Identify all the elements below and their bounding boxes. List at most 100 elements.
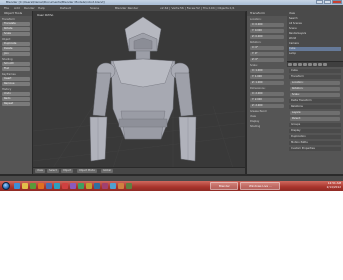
section-display[interactable]: Display [289,129,341,133]
world-tab-icon[interactable] [298,63,302,66]
section-history: History [2,88,12,91]
obj-scale-field[interactable]: Scale: [290,93,340,97]
obj-layers-field[interactable]: Layers: [290,111,340,115]
section-keyframes: Keyframes [2,73,16,76]
dimensions-y-field[interactable]: Y: 2.000 [250,98,284,102]
section-groups[interactable]: Groups [289,123,341,127]
app-icon-11[interactable] [126,183,132,189]
app-icon-5[interactable] [78,183,84,189]
object-menu[interactable]: Object [61,169,74,173]
app-icon-8[interactable] [102,183,108,189]
object-tab-icon[interactable] [303,63,307,66]
texture-tab-icon[interactable] [323,63,327,66]
insert-keyframe-button[interactable]: Insert [2,77,30,81]
obj-rotation-field[interactable]: Rotation: [290,87,340,91]
select-menu[interactable]: Select [47,169,59,173]
display-section[interactable]: Display [250,120,284,123]
section-obj-transform[interactable]: Transform [289,75,341,79]
join-button[interactable]: Join [2,52,30,56]
outliner-item-cube[interactable]: Cube [289,47,341,51]
outliner-item-world[interactable]: World [289,37,341,41]
rotation-label: Rotation: [250,41,262,44]
folder-icon[interactable] [22,183,28,189]
flat-button[interactable]: Flat [2,67,30,71]
location-y-field[interactable]: Y: 0.000 [250,29,284,33]
viewport-header: View Select Object Object Mode Global [33,167,245,174]
outliner-search-menu[interactable]: Search [289,17,341,21]
duplicate-button[interactable]: Duplicate [2,42,30,46]
rotate-button[interactable]: Rotate [2,27,30,31]
app-icon-1[interactable] [46,183,52,189]
transform-orientation-select[interactable]: Global [101,169,113,173]
app-icon-4[interactable] [70,183,76,189]
app-icon-3[interactable] [62,183,68,189]
rotation-x-field[interactable]: X: 0° [250,46,284,50]
app-icon-10[interactable] [118,183,124,189]
close-button[interactable] [332,0,342,4]
3d-viewport[interactable]: User Ortho View Select Object Object Mod… [33,11,245,174]
outliner-item-scene[interactable]: Scene [289,27,341,31]
modifiers-tab-icon[interactable] [313,63,317,66]
app-icon-7[interactable] [94,183,100,189]
rotation-y-field[interactable]: Y: 0° [250,52,284,56]
media-icon[interactable] [30,183,36,189]
dimensions-z-field[interactable]: Z: 2.000 [250,104,284,108]
location-x-field[interactable]: X: 0.000 [250,23,284,27]
ie-icon[interactable] [14,183,20,189]
outliner-view-menu[interactable]: View [289,12,341,16]
taskbar-blender[interactable]: Blender [210,182,238,190]
section-custom-properties[interactable]: Custom Properties [289,147,341,151]
smooth-button[interactable]: Smooth [2,62,30,66]
object-properties-panel: Cube Transform Location: Rotation: Scale… [287,62,343,174]
view-section[interactable]: View [250,115,284,118]
section-object: Object [2,38,11,41]
section-motion-paths[interactable]: Motion Paths [289,141,341,145]
grease-pencil-section[interactable]: Grease Pencil [250,110,284,113]
clock-date[interactable]: 2/14/2012 [327,185,341,190]
section-duplication[interactable]: Duplication [289,135,341,139]
material-tab-icon[interactable] [318,63,322,66]
scale-z-field[interactable]: Z: 1.000 [250,81,284,85]
mode-select[interactable]: Object Mode [77,169,97,173]
obj-parent-field[interactable]: Parent: [290,117,340,121]
firefox-icon[interactable] [38,183,44,189]
outliner-panel: View Search All Scenes Scene RenderLayer… [287,11,343,62]
outliner-item-renderlayers[interactable]: RenderLayers [289,32,341,36]
taskbar-windows-live[interactable]: Windows Live ... [240,182,280,190]
redo-button[interactable]: Redo [2,97,30,101]
section-relations[interactable]: Relations [289,105,341,109]
repeat-button[interactable]: Repeat [2,102,30,106]
constraints-tab-icon[interactable] [308,63,312,66]
section-shading: Shading [2,58,13,61]
object-name-field[interactable]: Cube [289,69,341,73]
view-menu[interactable]: View [35,169,45,173]
scale-label: Scale: [250,64,258,67]
section-delta-transform[interactable]: Delta Transform [289,99,341,103]
undo-button[interactable]: Undo [2,92,30,96]
app-icon-2[interactable] [54,183,60,189]
start-button[interactable] [2,182,10,190]
obj-location-field[interactable]: Location: [290,81,340,85]
translate-button[interactable]: Translate [2,22,30,26]
location-z-field[interactable]: Z: 0.000 [250,35,284,39]
scale-x-field[interactable]: X: 1.000 [250,69,284,73]
outliner-item-lamp[interactable]: Lamp [289,52,341,56]
scale-button[interactable]: Scale [2,32,30,36]
app-icon-6[interactable] [86,183,92,189]
shading-section[interactable]: Shading [250,125,284,128]
maximize-button[interactable] [324,0,331,4]
outliner-item-camera[interactable]: Camera [289,42,341,46]
outliner-display-select[interactable]: All Scenes [289,22,341,26]
rotation-z-field[interactable]: Z: 0° [250,58,284,62]
location-label: Location: [250,18,262,21]
windows-taskbar: Blender Windows Live ... 12:51 AM 2/14/2… [0,181,343,191]
scale-y-field[interactable]: Y: 1.000 [250,75,284,79]
scene-tab-icon[interactable] [293,63,297,66]
dimensions-x-field[interactable]: X: 2.000 [250,92,284,96]
robot-model[interactable] [33,11,245,168]
render-tab-icon[interactable] [288,63,292,66]
minimize-button[interactable] [316,0,323,4]
remove-keyframe-button[interactable]: Remove [2,82,30,86]
app-icon-9[interactable] [110,183,116,189]
delete-button[interactable]: Delete [2,47,30,51]
